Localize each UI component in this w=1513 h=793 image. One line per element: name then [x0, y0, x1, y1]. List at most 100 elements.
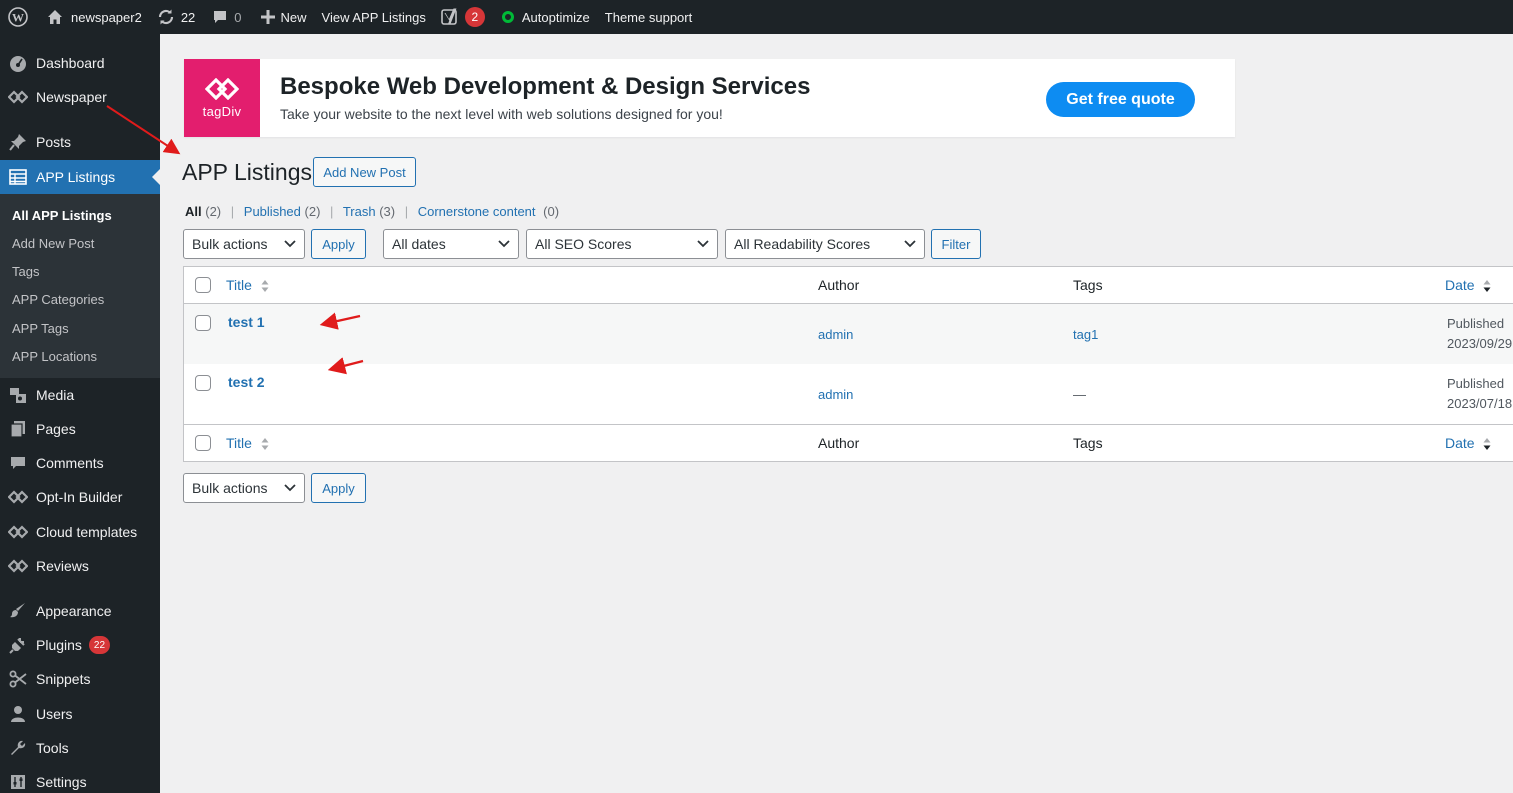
column-author-footer: Author — [818, 435, 860, 451]
separator: | — [330, 204, 334, 219]
tagdiv-icon — [8, 556, 28, 576]
plug-icon — [8, 635, 28, 655]
filter-button[interactable]: Filter — [931, 229, 981, 259]
admin-sidebar: Dashboard Newspaper Posts APP Listings A… — [0, 34, 160, 793]
seo-scores-select[interactable]: All SEO Scores — [526, 229, 718, 259]
submenu-all-listings[interactable]: All APP Listings — [12, 208, 112, 223]
post-title-link[interactable]: test 1 — [228, 314, 265, 330]
column-title-sort[interactable]: Title — [226, 277, 269, 293]
status-dot-icon — [501, 11, 514, 23]
tag-link[interactable]: tag1 — [1073, 327, 1098, 342]
menu-plugins[interactable]: Plugins 22 — [0, 628, 160, 662]
menu-label: Appearance — [36, 603, 112, 619]
menu-media[interactable]: Media — [0, 378, 160, 412]
home-icon — [47, 9, 63, 25]
column-date-sort-footer[interactable]: Date — [1445, 435, 1491, 451]
select-value: All dates — [392, 236, 446, 252]
post-date: Published 2023/09/29 — [1447, 314, 1512, 354]
submenu-add-new-post[interactable]: Add New Post — [12, 236, 94, 251]
view-published-count: (2) — [304, 204, 321, 219]
apply-button-bottom[interactable]: Apply — [311, 473, 366, 503]
menu-label: Opt-In Builder — [36, 489, 123, 505]
sort-desc-icon — [1483, 438, 1491, 451]
admin-bar: W newspaper2 22 0 New View APP Listings … — [0, 0, 1513, 34]
yoast-badge: 2 — [464, 7, 485, 27]
select-all-checkbox-footer[interactable] — [195, 435, 211, 451]
app-listings-submenu: All APP Listings Add New Post Tags APP C… — [0, 194, 160, 378]
menu-tools[interactable]: Tools — [0, 731, 160, 765]
view-listings-link[interactable]: View APP Listings — [314, 0, 433, 34]
chevron-down-icon — [904, 240, 916, 248]
plus-icon — [260, 10, 275, 24]
column-title-sort-footer[interactable]: Title — [226, 435, 269, 451]
menu-label: Media — [36, 387, 75, 403]
menu-label: Snippets — [36, 671, 91, 687]
submenu-app-tags[interactable]: APP Tags — [12, 321, 69, 336]
site-name-link[interactable]: newspaper2 — [40, 0, 149, 34]
post-status: Published — [1447, 376, 1505, 391]
view-cornerstone-link[interactable]: Cornerstone content — [418, 204, 536, 219]
menu-posts[interactable]: Posts — [0, 125, 160, 159]
select-all-checkbox[interactable] — [195, 277, 211, 293]
menu-app-listings[interactable]: APP Listings — [0, 160, 160, 194]
row-checkbox[interactable] — [195, 315, 211, 331]
view-published-link[interactable]: Published — [244, 204, 301, 219]
add-new-post-button[interactable]: Add New Post — [313, 157, 416, 187]
menu-label: APP Listings — [36, 169, 116, 185]
status-filter-links: All (2) | Published (2) | Trash (3) | Co… — [185, 204, 559, 219]
menu-dashboard[interactable]: Dashboard — [0, 46, 160, 80]
comments-link[interactable]: 0 — [202, 0, 248, 34]
chevron-down-icon — [498, 240, 510, 248]
menu-label: Tools — [36, 740, 69, 756]
menu-settings[interactable]: Settings — [0, 765, 160, 793]
media-icon — [8, 385, 28, 405]
menu-newspaper[interactable]: Newspaper — [0, 80, 160, 114]
updates-link[interactable]: 22 — [149, 0, 202, 34]
menu-label: Cloud templates — [36, 524, 138, 540]
submenu-app-locations[interactable]: APP Locations — [12, 349, 97, 364]
banner-title: Bespoke Web Development & Design Service… — [280, 73, 811, 100]
view-all-link[interactable]: All — [185, 204, 202, 219]
bulk-actions-select-bottom[interactable]: Bulk actions — [183, 473, 305, 503]
menu-appearance[interactable]: Appearance — [0, 594, 160, 628]
get-free-quote-button[interactable]: Get free quote — [1046, 82, 1195, 117]
updates-icon — [157, 8, 175, 26]
column-tags-footer: Tags — [1073, 435, 1103, 451]
divider — [184, 424, 1513, 425]
menu-snippets[interactable]: Snippets — [0, 662, 160, 696]
bulk-actions-select-top[interactable]: Bulk actions — [183, 229, 305, 259]
wordpress-logo-icon[interactable]: W — [0, 0, 40, 34]
theme-support-link[interactable]: Theme support — [597, 0, 699, 34]
new-label: New — [280, 9, 307, 25]
menu-users[interactable]: Users — [0, 697, 160, 731]
yoast-icon — [441, 7, 459, 27]
new-content-link[interactable]: New — [249, 0, 314, 34]
paintbrush-icon — [8, 601, 28, 621]
menu-reviews[interactable]: Reviews — [0, 549, 160, 583]
author-link[interactable]: admin — [818, 327, 853, 342]
submenu-app-categories[interactable]: APP Categories — [12, 292, 104, 307]
author-link[interactable]: admin — [818, 387, 853, 402]
column-date-label: Date — [1445, 277, 1475, 293]
submenu-tags[interactable]: Tags — [12, 264, 39, 279]
row-checkbox[interactable] — [195, 375, 211, 391]
separator: | — [404, 204, 409, 219]
menu-label: Comments — [36, 455, 104, 471]
readability-scores-select[interactable]: All Readability Scores — [725, 229, 925, 259]
autoptimize-link[interactable]: Autoptimize — [492, 0, 597, 34]
menu-label: Pages — [36, 421, 76, 437]
menu-pages[interactable]: Pages — [0, 412, 160, 446]
tagdiv-icon — [8, 487, 28, 507]
yoast-link[interactable]: 2 — [433, 0, 492, 34]
view-trash-link[interactable]: Trash — [343, 204, 376, 219]
column-date-sort[interactable]: Date — [1445, 277, 1491, 293]
view-all-count: (2) — [205, 204, 222, 219]
menu-optin-builder[interactable]: Opt-In Builder — [0, 480, 160, 514]
post-title-link[interactable]: test 2 — [228, 374, 265, 390]
menu-cloud-templates[interactable]: Cloud templates — [0, 515, 160, 549]
dates-select[interactable]: All dates — [383, 229, 519, 259]
apply-button-top[interactable]: Apply — [311, 229, 366, 259]
dashboard-gauge-icon — [8, 53, 28, 73]
comments-count: 0 — [234, 9, 242, 25]
menu-comments[interactable]: Comments — [0, 446, 160, 480]
